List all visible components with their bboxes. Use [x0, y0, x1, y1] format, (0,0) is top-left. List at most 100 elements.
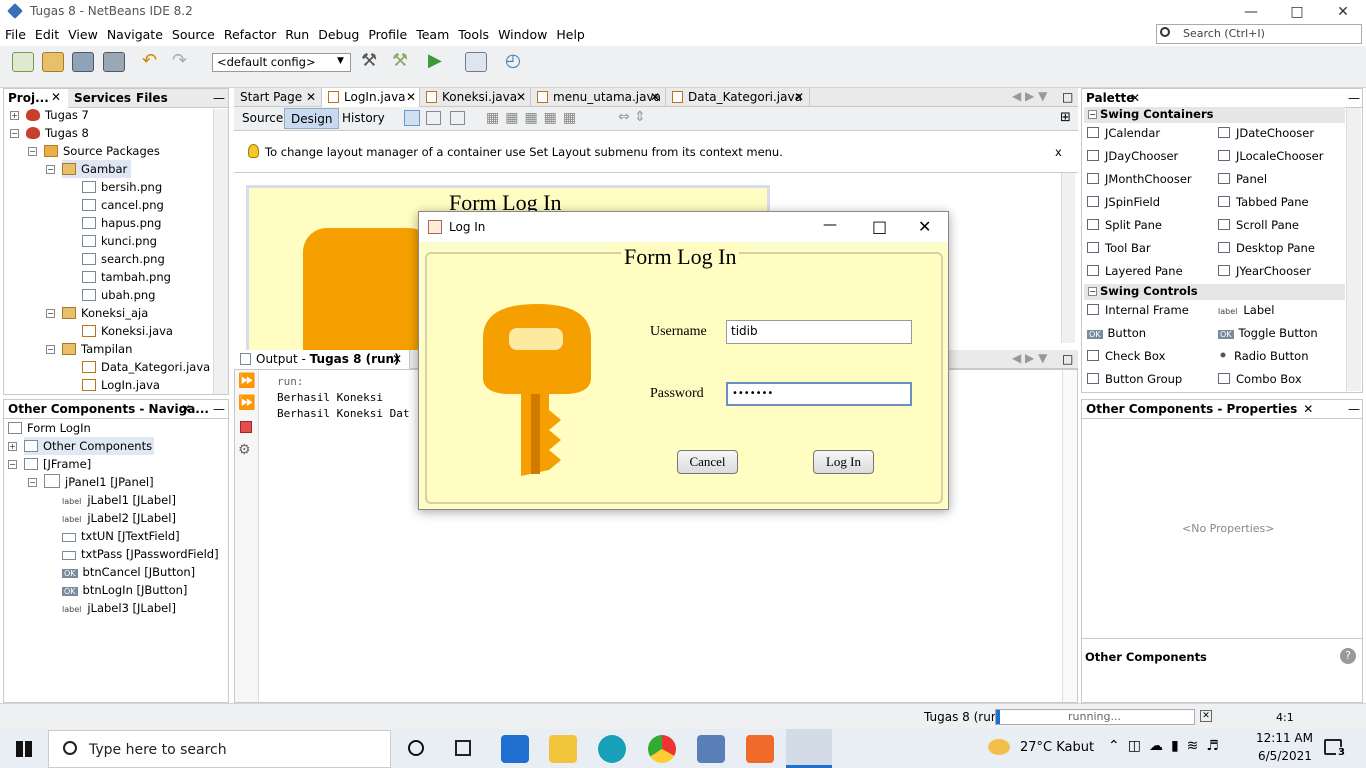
- minimize-panel-icon[interactable]: —: [209, 89, 225, 108]
- minimize-panel-icon[interactable]: —: [1344, 400, 1360, 419]
- run-icon[interactable]: ▶: [428, 52, 450, 72]
- menu-team[interactable]: Team: [411, 24, 453, 42]
- resize-icons[interactable]: ⇔ ⇕: [618, 109, 646, 125]
- palette-item[interactable]: JDateChooser: [1218, 126, 1314, 140]
- minimize-button[interactable]: —: [1228, 0, 1274, 24]
- close-icon[interactable]: ✕: [1130, 91, 1140, 105]
- open-project-icon[interactable]: [72, 52, 94, 72]
- clock-time[interactable]: 12:11 AM: [1256, 731, 1313, 745]
- menu-debug[interactable]: Debug: [313, 24, 363, 42]
- login-button[interactable]: Log In: [813, 450, 874, 474]
- chrome-icon[interactable]: [648, 735, 676, 763]
- nav-form[interactable]: Form LogIn: [8, 419, 91, 437]
- tree-file[interactable]: cancel.png: [82, 196, 164, 214]
- tree-file[interactable]: bersih.png: [82, 178, 162, 196]
- task-view-icon[interactable]: [455, 740, 471, 756]
- dialog-maximize-button[interactable]: □: [872, 217, 887, 236]
- nav-component[interactable]: txtPass [JPasswordField]: [62, 545, 219, 563]
- connection-mode-icon[interactable]: [426, 111, 441, 125]
- palette-item[interactable]: Internal Frame: [1087, 303, 1189, 317]
- nav-other-components[interactable]: Other Components: [24, 437, 155, 455]
- windows-start-icon[interactable]: [16, 741, 32, 757]
- clean-build-icon[interactable]: ⚒: [392, 52, 414, 72]
- stop-icon[interactable]: [240, 421, 252, 433]
- menu-window[interactable]: Window: [493, 24, 551, 42]
- maximize-panel-icon[interactable]: □: [1062, 352, 1073, 366]
- palette-item[interactable]: OK Button: [1087, 326, 1146, 340]
- tab-menu-utama-java[interactable]: menu_utama.java ✕: [531, 88, 666, 107]
- weather-text[interactable]: 27°C Kabut: [1020, 740, 1094, 755]
- minimize-panel-icon[interactable]: —: [209, 400, 225, 419]
- nav-component[interactable]: OK btnLogIn [JButton]: [62, 581, 187, 601]
- cancel-button[interactable]: Cancel: [677, 450, 738, 474]
- rerun-customized-icon[interactable]: ⏩: [238, 395, 255, 411]
- close-hint-button[interactable]: x: [1055, 145, 1062, 159]
- palette-item[interactable]: JLocaleChooser: [1218, 149, 1323, 163]
- expand-icon[interactable]: +: [8, 442, 17, 451]
- tree-project-tugas7[interactable]: Tugas 7: [26, 106, 89, 124]
- projects-scrollbar[interactable]: [213, 109, 228, 394]
- search-input[interactable]: Search (Ctrl+I): [1156, 24, 1362, 44]
- tree-source-packages[interactable]: Source Packages: [44, 142, 160, 160]
- nav-component[interactable]: txtUN [JTextField]: [62, 527, 180, 545]
- history-view-button[interactable]: History: [336, 108, 391, 129]
- config-select[interactable]: <default config>: [212, 53, 351, 72]
- nav-jframe[interactable]: [JFrame]: [24, 455, 91, 473]
- tab-start-page[interactable]: Start Page ✕: [234, 88, 322, 107]
- palette-item[interactable]: Combo Box: [1218, 372, 1302, 386]
- palette-item[interactable]: Tool Bar: [1087, 241, 1151, 255]
- tree-file[interactable]: search.png: [82, 250, 165, 268]
- collapse-icon[interactable]: −: [28, 478, 37, 487]
- tab-output[interactable]: Output - Tugas 8 (run) ✕: [234, 350, 410, 369]
- menu-edit[interactable]: Edit: [30, 24, 63, 42]
- profile-icon[interactable]: ◴: [505, 52, 527, 72]
- tree-project-tugas8[interactable]: Tugas 8: [26, 124, 89, 142]
- palette-item[interactable]: JYearChooser: [1218, 264, 1311, 278]
- collapse-icon[interactable]: −: [8, 460, 17, 469]
- dialog-close-button[interactable]: ✕: [918, 217, 931, 236]
- collapse-icon[interactable]: −: [28, 147, 37, 156]
- virtualbox-icon[interactable]: [697, 735, 725, 763]
- palette-item[interactable]: Button Group: [1087, 372, 1182, 386]
- tree-file[interactable]: hapus.png: [82, 214, 161, 232]
- palette-item[interactable]: JMonthChooser: [1087, 172, 1192, 186]
- collapse-icon[interactable]: −: [46, 165, 55, 174]
- menu-file[interactable]: File: [0, 24, 30, 42]
- nav-jpanel[interactable]: jPanel1 [JPanel]: [44, 473, 154, 491]
- align-icons[interactable]: ▦▦▦▦▦: [486, 110, 601, 126]
- close-button[interactable]: ✕: [1320, 0, 1366, 24]
- tab-files[interactable]: Files: [132, 89, 168, 108]
- collapse-icon[interactable]: −: [10, 129, 19, 138]
- palette-item[interactable]: Tabbed Pane: [1218, 195, 1309, 209]
- menu-source[interactable]: Source: [167, 24, 219, 42]
- tab-menu-icon[interactable]: ◀ ▶ ▼: [1012, 351, 1047, 365]
- maximize-button[interactable]: □: [1274, 0, 1320, 24]
- collapse-icon[interactable]: −: [46, 309, 55, 318]
- palette-section-controls[interactable]: Swing Controls: [1084, 284, 1345, 300]
- build-icon[interactable]: ⚒: [361, 52, 383, 72]
- tree-package-gambar[interactable]: Gambar: [62, 160, 132, 178]
- redo-icon[interactable]: ↷: [172, 52, 194, 72]
- menu-view[interactable]: View: [63, 24, 102, 42]
- password-field[interactable]: •••••••: [726, 382, 912, 406]
- new-project-icon[interactable]: [42, 52, 64, 72]
- close-icon[interactable]: ✕: [1303, 402, 1313, 416]
- username-field[interactable]: tidib: [726, 320, 912, 344]
- design-view-button[interactable]: Design: [284, 108, 340, 129]
- palette-item[interactable]: Radio Button: [1218, 349, 1309, 363]
- file-explorer-icon[interactable]: [549, 735, 577, 763]
- palette-item[interactable]: Check Box: [1087, 349, 1165, 363]
- settings-icon[interactable]: ⚙: [238, 442, 251, 458]
- palette-item[interactable]: JSpinField: [1087, 195, 1160, 209]
- tab-menu-icon[interactable]: ◀ ▶ ▼: [1012, 89, 1047, 103]
- palette-item[interactable]: label Label: [1218, 303, 1274, 317]
- clock-date[interactable]: 6/5/2021: [1258, 749, 1312, 763]
- mail-icon[interactable]: [501, 735, 529, 763]
- menu-profile[interactable]: Profile: [363, 24, 411, 42]
- expand-panel-icon[interactable]: ⊞: [1060, 110, 1071, 125]
- expand-icon[interactable]: +: [10, 111, 19, 120]
- menu-tools[interactable]: Tools: [453, 24, 493, 42]
- nav-component[interactable]: label jLabel3 [JLabel]: [62, 599, 176, 619]
- source-view-button[interactable]: Source: [236, 108, 289, 129]
- debug-icon[interactable]: [465, 52, 487, 72]
